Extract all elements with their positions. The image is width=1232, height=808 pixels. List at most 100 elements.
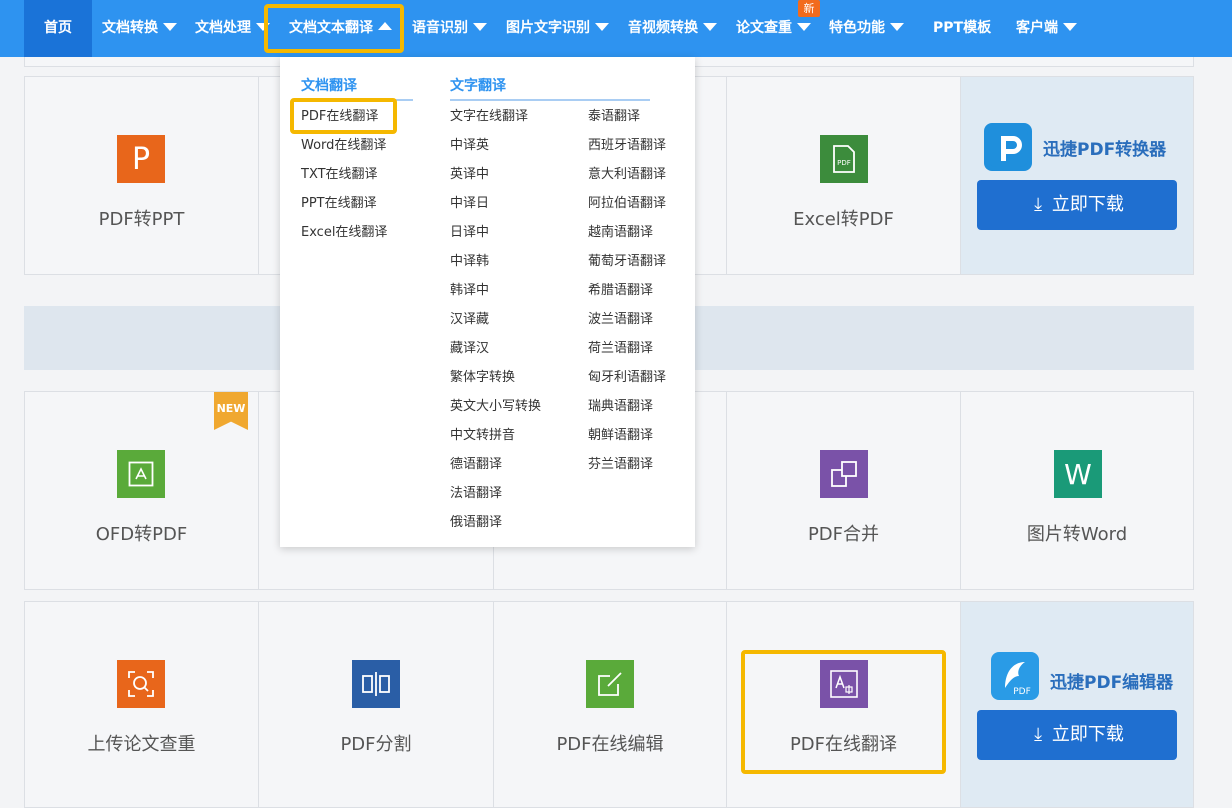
dropdown-menu-item[interactable]: 阿拉伯语翻译: [588, 196, 666, 212]
card-upload-check[interactable]: 上传论文查重: [24, 601, 259, 808]
dropdown-menu-item[interactable]: 葡萄牙语翻译: [588, 254, 666, 270]
dropdown-menu-item[interactable]: 英译中: [450, 167, 489, 183]
card-label: PDF在线编辑: [556, 734, 664, 755]
card-label: Excel转PDF: [793, 209, 894, 230]
dropdown-menu-item[interactable]: 中译日: [450, 196, 489, 212]
dropdown-menu-item[interactable]: 韩译中: [450, 283, 489, 299]
dropdown-menu-item[interactable]: 波兰语翻译: [588, 312, 653, 328]
card-pdf-merge[interactable]: PDF合并: [726, 391, 961, 590]
chevron-down-icon: [1063, 23, 1077, 31]
dd-item-excel-translate[interactable]: Excel在线翻译: [301, 225, 387, 241]
download-label: 立即下载: [1051, 194, 1124, 215]
chevron-down-icon: [256, 23, 270, 31]
dropdown-menu-item[interactable]: 泰语翻译: [588, 109, 640, 125]
nav-ppt-template[interactable]: PPT模板: [933, 0, 991, 57]
nav-doc-convert-label: 文档转换: [102, 20, 158, 36]
nav-doc-translate-label: 文档文本翻译: [289, 20, 373, 36]
divider: [450, 99, 650, 101]
nav-speech[interactable]: 语音识别: [412, 0, 487, 57]
new-badge: 新: [798, 0, 820, 17]
chevron-down-icon: [595, 23, 609, 31]
download-editor-button[interactable]: ⤓ 立即下载: [977, 710, 1177, 760]
nav-home-label: 首页: [44, 20, 72, 36]
excel-pdf-icon: PDF: [820, 135, 868, 183]
download-icon: ⤓: [1034, 724, 1043, 745]
editor-title: 迅捷PDF编辑器: [1050, 673, 1174, 693]
card-label: PDF在线翻译: [789, 734, 898, 755]
translate-icon: [820, 660, 868, 708]
nav-av-convert[interactable]: 音视频转换: [628, 0, 717, 57]
chevron-down-icon: [163, 23, 177, 31]
nav-ocr-label: 图片文字识别: [506, 20, 590, 36]
divider: [301, 99, 413, 101]
dd-item-pdf-translate[interactable]: PDF在线翻译: [301, 109, 378, 125]
merge-icon: [820, 450, 868, 498]
nav-doc-process-label: 文档处理: [195, 20, 251, 36]
nav-doc-translate[interactable]: 文档文本翻译: [289, 0, 392, 57]
nav-doc-convert[interactable]: 文档转换: [102, 0, 177, 57]
dd-item-txt-translate[interactable]: TXT在线翻译: [301, 167, 378, 183]
dropdown-menu-item[interactable]: 荷兰语翻译: [588, 341, 653, 357]
card-pdf-to-ppt[interactable]: P PDF转PPT: [24, 76, 259, 275]
card-pdf-edit[interactable]: PDF在线编辑: [493, 601, 727, 808]
dropdown-menu-item[interactable]: 中文转拼音: [450, 428, 515, 444]
dropdown-menu-item[interactable]: 中译英: [450, 138, 489, 154]
dropdown-menu-item[interactable]: 匈牙利语翻译: [588, 370, 666, 386]
converter-title: 迅捷PDF转换器: [1043, 140, 1167, 160]
nav-paper-check-label: 论文查重: [736, 20, 792, 36]
excel-pdf-icon-text: PDF: [837, 159, 851, 167]
card-label: 图片转Word: [1026, 524, 1128, 545]
dropdown-menu-item[interactable]: 瑞典语翻译: [588, 399, 653, 415]
card-pdf-split[interactable]: PDF分割: [258, 601, 494, 808]
dropdown-menu-item[interactable]: 英文大小写转换: [450, 399, 541, 415]
nav-av-convert-label: 音视频转换: [628, 20, 698, 36]
card-ofd-to-pdf[interactable]: NEW OFD转PDF: [24, 391, 259, 590]
chevron-down-icon: [703, 23, 717, 31]
scan-icon: [117, 660, 165, 708]
edit-icon: [586, 660, 634, 708]
dropdown-menu-item[interactable]: 西班牙语翻译: [588, 138, 666, 154]
dropdown-menu-item[interactable]: 文字在线翻译: [450, 109, 528, 125]
nav-client[interactable]: 客户端: [1016, 0, 1077, 57]
new-ribbon-text: NEW: [216, 402, 246, 415]
card-label: 上传论文查重: [87, 734, 196, 755]
card-excel-to-pdf[interactable]: PDF Excel转PDF: [726, 76, 961, 275]
nav-home[interactable]: 首页: [24, 0, 92, 57]
dropdown-menu-item[interactable]: 希腊语翻译: [588, 283, 653, 299]
dropdown-menu-item[interactable]: 日译中: [450, 225, 489, 241]
card-pdf-translate[interactable]: PDF在线翻译: [726, 601, 961, 808]
download-label: 立即下载: [1051, 724, 1124, 745]
text-translate-heading: 文字翻译: [450, 78, 506, 94]
dropdown-menu-item[interactable]: 法语翻译: [450, 486, 502, 502]
editor-logo-icon: PDF: [991, 652, 1039, 700]
dropdown-menu-item[interactable]: 芬兰语翻译: [588, 457, 653, 473]
dropdown-menu-item[interactable]: 朝鲜语翻译: [588, 428, 653, 444]
ofd-icon: [117, 450, 165, 498]
dropdown-menu-item[interactable]: 意大利语翻译: [588, 167, 666, 183]
card-img-to-word[interactable]: W 图片转Word: [960, 391, 1194, 590]
promo-pdf-converter: 迅捷PDF转换器 ⤓ 立即下载: [960, 76, 1194, 275]
dd-item-word-translate[interactable]: Word在线翻译: [301, 138, 386, 154]
nav-features[interactable]: 特色功能: [829, 0, 904, 57]
download-converter-button[interactable]: ⤓ 立即下载: [977, 180, 1177, 230]
card-label: OFD转PDF: [95, 524, 188, 545]
promo-pdf-editor: PDF 迅捷PDF编辑器 ⤓ 立即下载: [960, 601, 1194, 808]
dropdown-menu-item[interactable]: 藏译汉: [450, 341, 489, 357]
download-icon: ⤓: [1034, 194, 1043, 215]
translate-dropdown: 文档翻译 文字翻译 PDF在线翻译 Word在线翻译 TXT在线翻译 PPT在线…: [280, 57, 695, 547]
top-nav: 首页 文档转换 文档处理 文档文本翻译 语音识别 图片文字识别 音视频转换 论文…: [0, 0, 1232, 57]
dropdown-menu-item[interactable]: 繁体字转换: [450, 370, 515, 386]
split-icon: [352, 660, 400, 708]
nav-doc-process[interactable]: 文档处理: [195, 0, 270, 57]
dropdown-menu-item[interactable]: 汉译藏: [450, 312, 489, 328]
dropdown-menu-item[interactable]: 德语翻译: [450, 457, 502, 473]
dropdown-menu-item[interactable]: 俄语翻译: [450, 515, 502, 531]
dropdown-menu-item[interactable]: 越南语翻译: [588, 225, 653, 241]
chevron-down-icon: [473, 23, 487, 31]
doc-translate-heading: 文档翻译: [301, 78, 357, 94]
chevron-down-icon: [797, 23, 811, 31]
nav-ocr[interactable]: 图片文字识别: [506, 0, 609, 57]
dd-item-ppt-translate[interactable]: PPT在线翻译: [301, 196, 377, 212]
dropdown-menu-item[interactable]: 中译韩: [450, 254, 489, 270]
word-icon: W: [1054, 450, 1102, 498]
